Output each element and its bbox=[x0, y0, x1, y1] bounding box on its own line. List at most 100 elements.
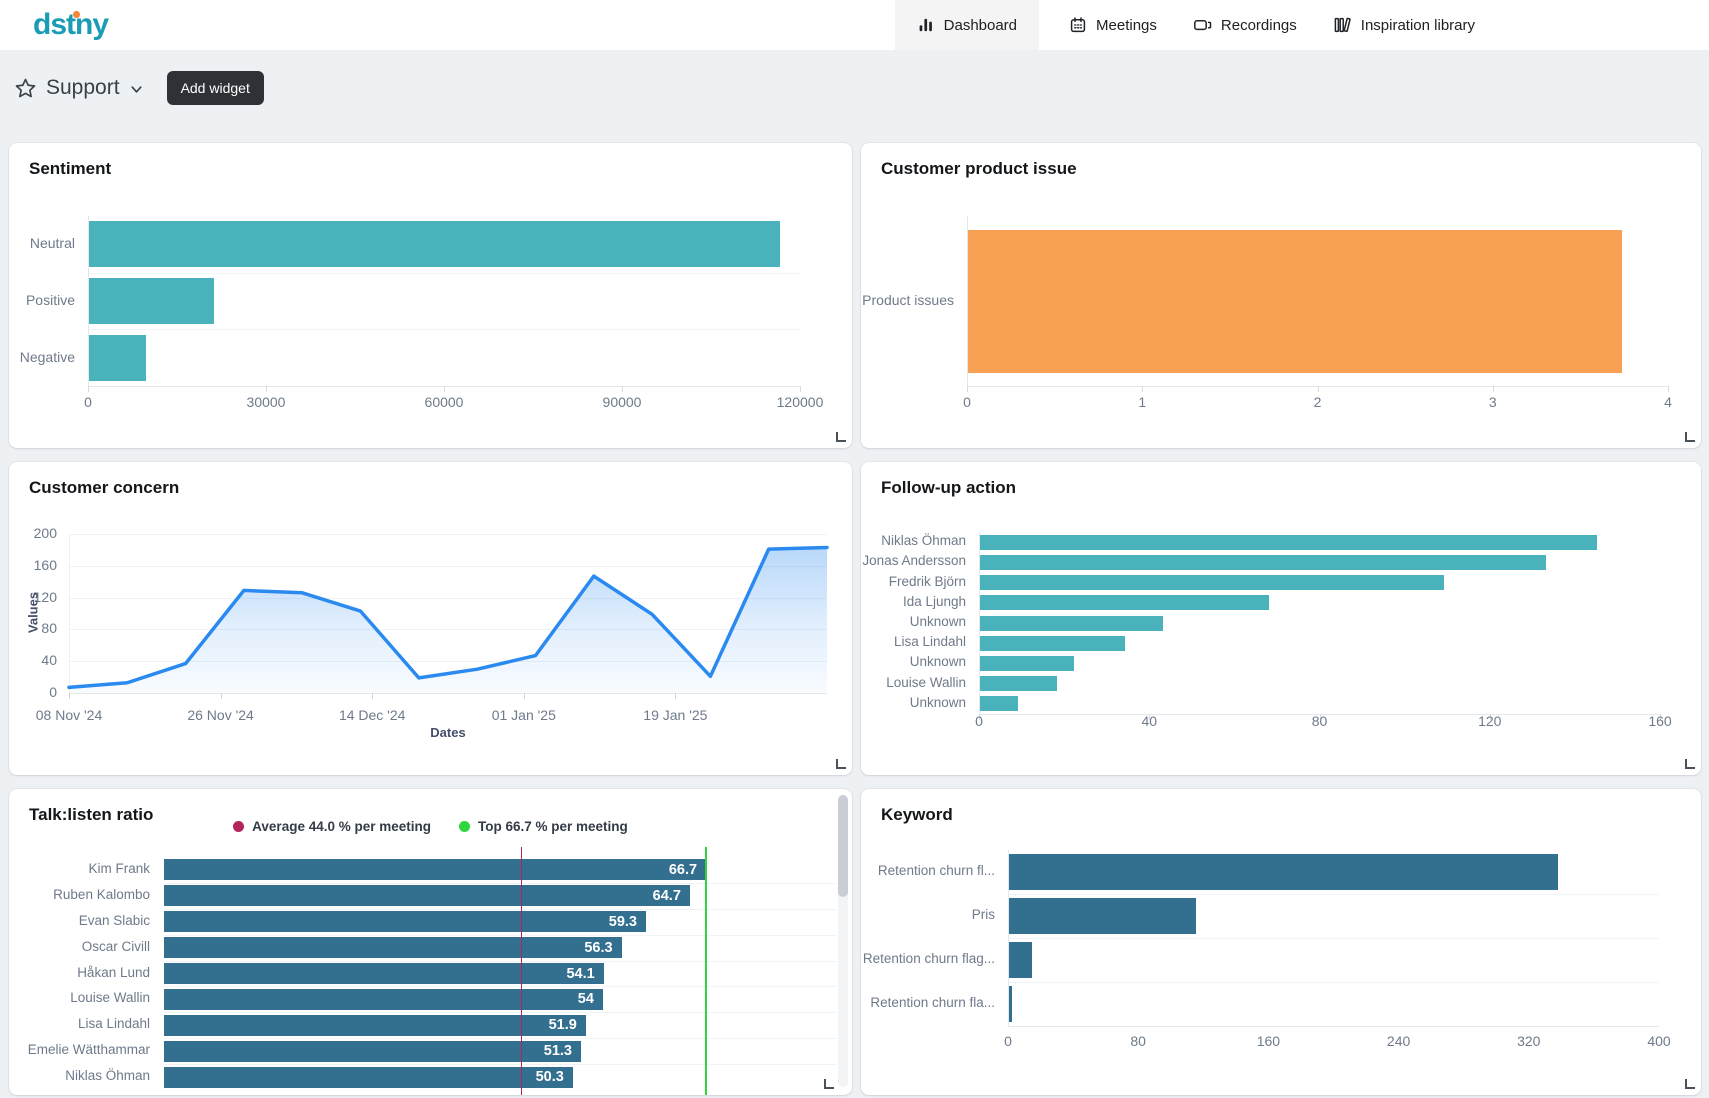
resize-handle-icon[interactable] bbox=[824, 1079, 834, 1089]
x-axis-title: Dates bbox=[69, 725, 827, 740]
bar bbox=[1009, 942, 1032, 978]
grid-line bbox=[69, 661, 827, 662]
axis-tick-label: 4 bbox=[1608, 394, 1701, 410]
category-label: Positive bbox=[9, 292, 75, 308]
scrollbar-thumb[interactable] bbox=[838, 795, 848, 897]
axis-tick bbox=[675, 693, 676, 699]
bar-value-label: 64.7 bbox=[653, 888, 681, 904]
axis-tick bbox=[1318, 386, 1319, 392]
resize-handle-icon[interactable] bbox=[836, 759, 846, 769]
bar bbox=[1009, 854, 1558, 890]
grid-line bbox=[163, 1038, 836, 1039]
tab-inspiration-library[interactable]: Inspiration library bbox=[1327, 0, 1481, 50]
tab-recordings[interactable]: Recordings bbox=[1187, 0, 1303, 50]
axis-tick-label: 30000 bbox=[206, 394, 326, 410]
legend-item[interactable]: Top 66.7 % per meeting bbox=[459, 819, 628, 834]
card-follow-up-action: Follow-up action 04080120160Niklas Öhman… bbox=[861, 462, 1701, 775]
axis-tick-label: 1 bbox=[1082, 394, 1202, 410]
axis-tick-label: 0 bbox=[9, 684, 57, 700]
nav-tabs: Dashboard Meetings Recordings bbox=[895, 0, 1481, 50]
bar bbox=[89, 221, 780, 267]
tab-label: Dashboard bbox=[944, 17, 1017, 34]
category-label: Kim Frank bbox=[9, 861, 150, 876]
axis-tick-label: 14 Dec '24 bbox=[302, 707, 442, 723]
grid-line bbox=[1008, 982, 1659, 983]
category-label: Retention churn fl... bbox=[861, 863, 995, 878]
category-label: Lisa Lindahl bbox=[861, 634, 966, 649]
bar-value-label: 66.7 bbox=[669, 862, 697, 878]
category-label: Jonas Andersson bbox=[861, 553, 966, 568]
category-label: Retention churn fla... bbox=[861, 995, 995, 1010]
category-label: Fredrik Björn bbox=[861, 574, 966, 589]
category-label: Unknown bbox=[861, 654, 966, 669]
grid-line bbox=[163, 961, 836, 962]
card-sentiment: Sentiment 0300006000090000120000NeutralP… bbox=[9, 143, 852, 448]
video-camera-icon bbox=[1193, 16, 1212, 34]
dashboard-name[interactable]: Support bbox=[46, 76, 120, 100]
category-label: Unknown bbox=[861, 614, 966, 629]
tab-label: Recordings bbox=[1221, 17, 1297, 34]
bar bbox=[89, 335, 146, 381]
axis-tick-label: 120 bbox=[1430, 713, 1550, 729]
bar bbox=[980, 575, 1444, 590]
category-label: Oscar Civill bbox=[9, 939, 150, 954]
grid-line bbox=[163, 935, 836, 936]
resize-handle-icon[interactable] bbox=[1685, 759, 1695, 769]
card-title: Customer product issue bbox=[881, 159, 1077, 179]
axis-tick-label: 0 bbox=[907, 394, 1027, 410]
star-icon[interactable] bbox=[14, 77, 37, 100]
y-axis-title: Values bbox=[26, 572, 41, 652]
bar: 51.9 bbox=[164, 1015, 586, 1036]
category-label: Ruben Kalombo bbox=[9, 887, 150, 902]
bar bbox=[89, 278, 214, 324]
bar bbox=[980, 676, 1057, 691]
axis-tick-label: 80 bbox=[1078, 1033, 1198, 1049]
axis-tick bbox=[1142, 386, 1143, 392]
category-label: Product issues bbox=[861, 292, 954, 308]
resize-handle-icon[interactable] bbox=[836, 432, 846, 442]
axis-tick bbox=[88, 386, 89, 392]
axis-tick-label: 40 bbox=[1089, 713, 1209, 729]
bar bbox=[980, 636, 1125, 651]
category-label: Lisa Lindahl bbox=[9, 1016, 150, 1031]
grid-line bbox=[69, 629, 827, 630]
card-title: Follow-up action bbox=[881, 478, 1016, 498]
axis-tick-label: 60000 bbox=[384, 394, 504, 410]
legend-dot bbox=[233, 821, 244, 832]
category-label: Niklas Öhman bbox=[861, 533, 966, 548]
tab-dashboard[interactable]: Dashboard bbox=[895, 0, 1039, 50]
app-logo[interactable]: dstny bbox=[33, 7, 108, 43]
axis-tick bbox=[622, 386, 623, 392]
reference-line bbox=[705, 847, 707, 1095]
add-widget-button[interactable]: Add widget bbox=[167, 71, 264, 105]
axis-line bbox=[1008, 1026, 1659, 1027]
bar bbox=[980, 595, 1269, 610]
resize-handle-icon[interactable] bbox=[1685, 1079, 1695, 1089]
axis-tick bbox=[69, 693, 70, 699]
calendar-icon bbox=[1069, 16, 1087, 34]
axis-tick bbox=[967, 386, 968, 392]
axis-tick-label: 19 Jan '25 bbox=[605, 707, 745, 723]
resize-handle-icon[interactable] bbox=[1685, 432, 1695, 442]
bar: 54 bbox=[164, 989, 603, 1010]
axis-tick-label: 400 bbox=[1599, 1033, 1701, 1049]
category-label: Louise Wallin bbox=[861, 675, 966, 690]
axis-tick bbox=[221, 693, 222, 699]
axis-tick-label: 200 bbox=[9, 525, 57, 541]
bar: 66.7 bbox=[164, 859, 706, 880]
logo-text: dstny bbox=[33, 8, 108, 41]
category-label: Unknown bbox=[861, 695, 966, 710]
tab-meetings[interactable]: Meetings bbox=[1063, 0, 1163, 50]
chevron-down-icon[interactable] bbox=[129, 82, 144, 97]
axis-tick bbox=[800, 386, 801, 392]
grid-line bbox=[1008, 938, 1659, 939]
bar bbox=[1009, 986, 1012, 1022]
axis-tick bbox=[444, 386, 445, 392]
bar-value-label: 54 bbox=[578, 991, 594, 1007]
bar: 59.3 bbox=[164, 911, 646, 932]
card-keyword: Keyword 080160240320400Retention churn f… bbox=[861, 789, 1701, 1095]
legend-item[interactable]: Average 44.0 % per meeting bbox=[233, 819, 431, 834]
bar-value-label: 56.3 bbox=[584, 940, 612, 956]
bar bbox=[980, 656, 1074, 671]
axis-tick-label: 160 bbox=[9, 557, 57, 573]
